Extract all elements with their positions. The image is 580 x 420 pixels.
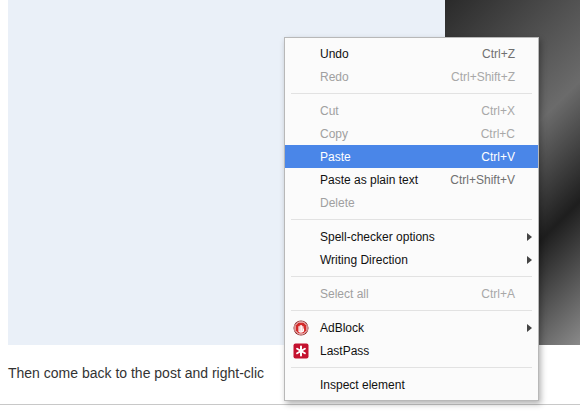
menu-item[interactable]: Paste as plain textCtrl+Shift+V [285,168,538,191]
menu-item[interactable]: Inspect element [285,373,538,396]
menu-label: LastPass [320,342,515,360]
menu-shortcut: Ctrl+X [481,102,515,120]
menu-label: Spell-checker options [320,228,515,246]
menu-label: Writing Direction [320,251,515,269]
menu-separator [285,88,538,99]
menu-icon-column [285,320,320,336]
menu-item[interactable]: Select allCtrl+A [285,282,538,305]
menu-shortcut: Ctrl+A [481,285,515,303]
menu-label: AdBlock [320,319,515,337]
context-menu: UndoCtrl+ZRedoCtrl+Shift+ZCutCtrl+XCopyC… [284,37,539,401]
menu-label: Paste as plain text [320,171,450,189]
menu-item[interactable]: RedoCtrl+Shift+Z [285,65,538,88]
submenu-arrow-icon [527,233,532,241]
divider [0,404,580,405]
separator-line [291,310,532,311]
menu-label: Undo [320,45,482,63]
separator-line [291,93,532,94]
menu-label: Delete [320,194,515,212]
submenu-column [515,324,538,332]
menu-item[interactable]: Spell-checker options [285,225,538,248]
menu-item[interactable]: CopyCtrl+C [285,122,538,145]
menu-separator [285,214,538,225]
lastpass-icon [293,343,309,359]
menu-item[interactable]: UndoCtrl+Z [285,42,538,65]
menu-label: Select all [320,285,481,303]
separator-line [291,367,532,368]
menu-item[interactable]: Writing Direction [285,248,538,271]
submenu-column [515,256,538,264]
menu-separator [285,362,538,373]
menu-label: Inspect element [320,376,515,394]
menu-item[interactable]: CutCtrl+X [285,99,538,122]
menu-label: Redo [320,68,451,86]
submenu-column [515,233,538,241]
menu-label: Paste [320,148,481,166]
menu-item[interactable]: AdBlock [285,316,538,339]
submenu-arrow-icon [527,256,532,264]
menu-shortcut: Ctrl+Shift+V [450,171,515,189]
menu-label: Cut [320,102,481,120]
menu-item[interactable]: Delete [285,191,538,214]
page: Then come back to the post and right-cli… [0,0,580,420]
menu-separator [285,305,538,316]
menu-item[interactable]: LastPass [285,339,538,362]
menu-shortcut: Ctrl+C [481,125,515,143]
menu-shortcut: Ctrl+Shift+Z [451,68,515,86]
menu-separator [285,271,538,282]
menu-shortcut: Ctrl+Z [482,45,515,63]
adblock-icon [293,320,309,336]
submenu-arrow-icon [527,324,532,332]
menu-label: Copy [320,125,481,143]
menu-shortcut: Ctrl+V [481,148,515,166]
menu-item[interactable]: PasteCtrl+V [285,145,538,168]
menu-icon-column [285,343,320,359]
separator-line [291,219,532,220]
separator-line [291,276,532,277]
